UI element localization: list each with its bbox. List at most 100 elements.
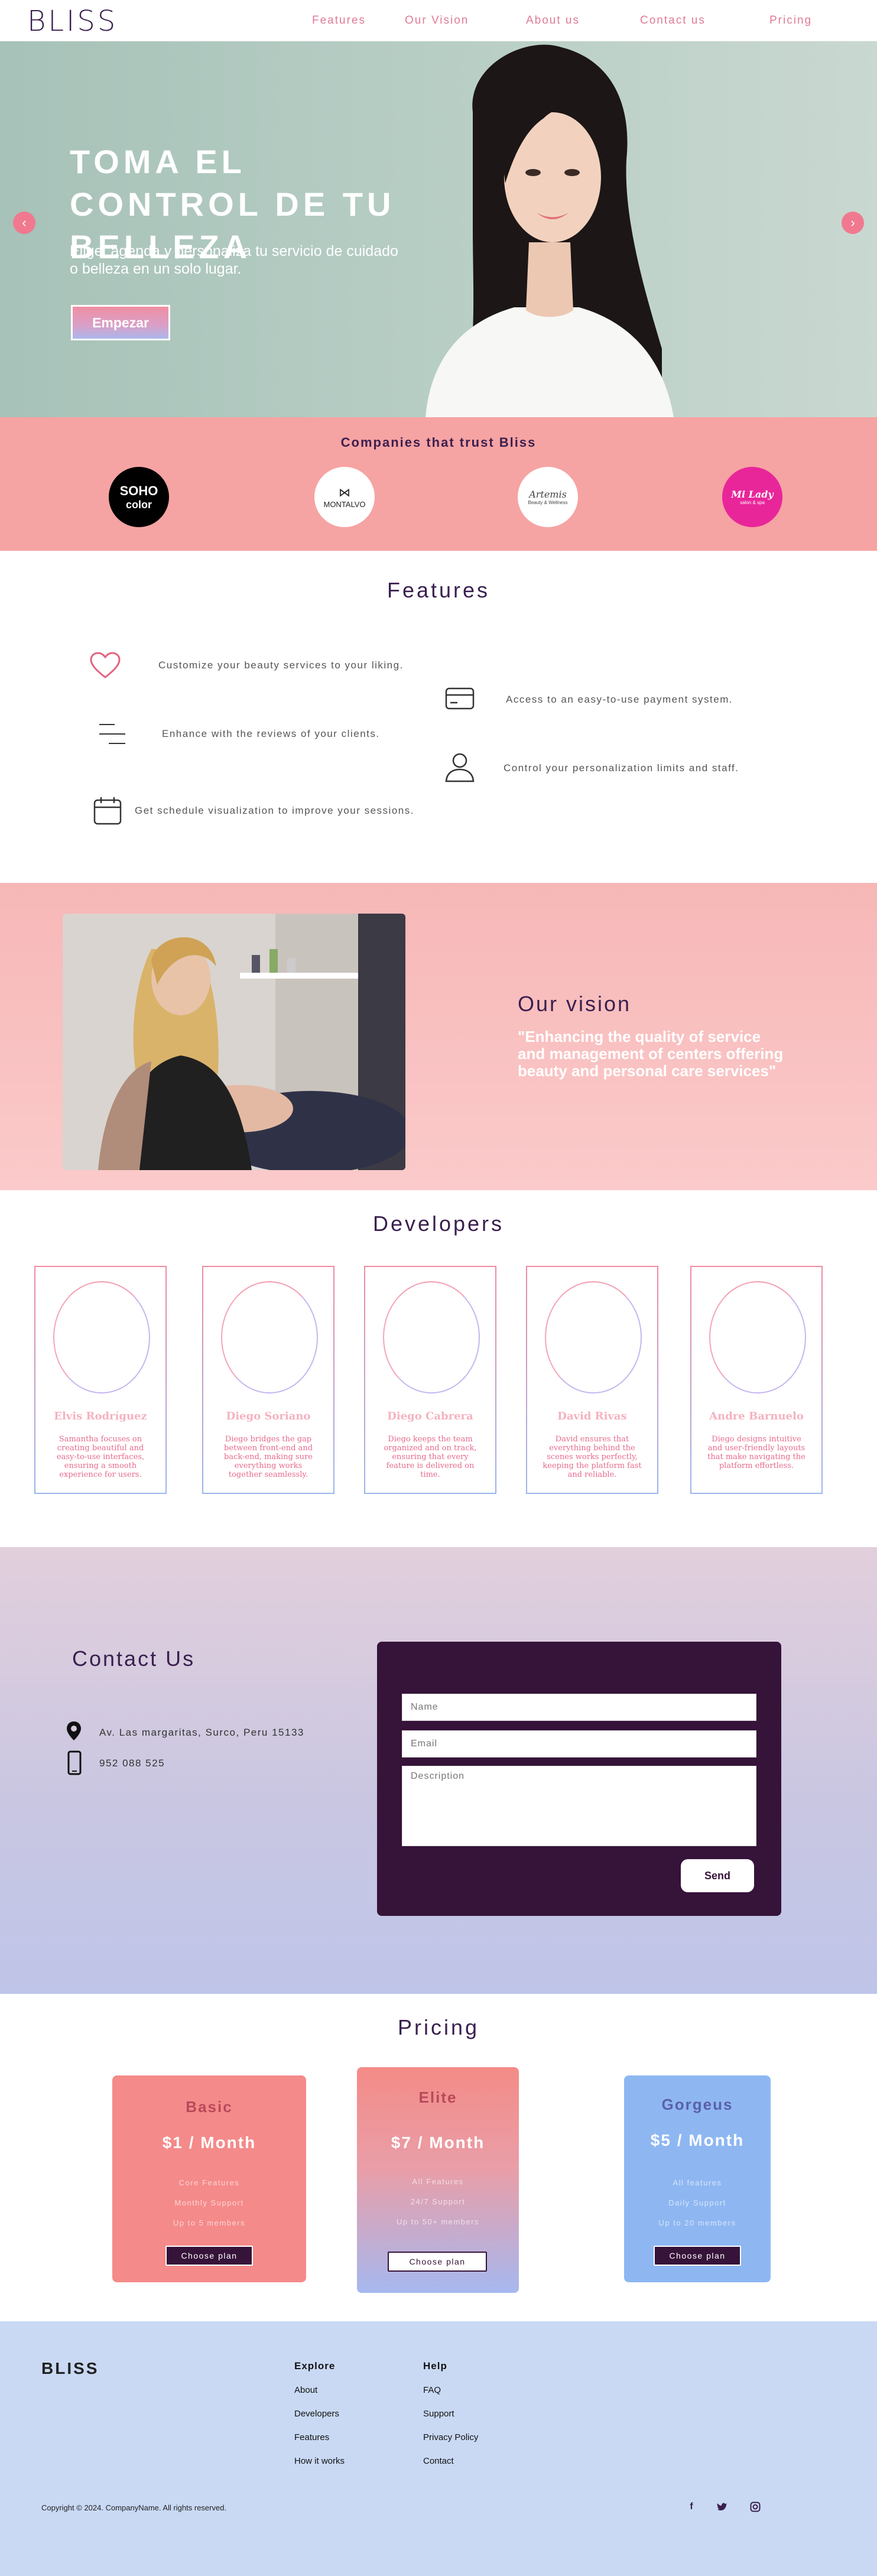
instagram-icon[interactable]: [748, 2500, 762, 2514]
footer-explore-title: Explore: [294, 2360, 336, 2372]
copyright-text: Copyright © 2024. CompanyName. All right…: [41, 2503, 227, 2512]
footer-link-faq[interactable]: FAQ: [423, 2385, 441, 2395]
calendar-icon: [93, 797, 122, 825]
name-field[interactable]: [402, 1694, 756, 1721]
company-logo-milady: Mi Lady salon & spa: [722, 467, 782, 527]
plan-feature: Up to 5 members: [173, 2218, 246, 2227]
footer: BLISS Explore About Developers Features …: [0, 2321, 877, 2576]
plan-name: Basic: [186, 2098, 233, 2116]
contact-form: Send: [377, 1642, 781, 1916]
location-pin-icon: [67, 1721, 81, 1740]
salon-photo: [63, 914, 405, 1170]
developer-name: David Rivas: [557, 1410, 627, 1422]
menu-lines-icon: [99, 724, 125, 744]
footer-link-about[interactable]: About: [294, 2385, 317, 2395]
developer-card: Diego Cabrera Diego keeps the team organ…: [364, 1266, 496, 1494]
developer-description: Diego bridges the gap between front-end …: [223, 1435, 313, 1479]
plan-name: Gorgeus: [661, 2096, 733, 2113]
facebook-icon[interactable]: f: [684, 2500, 699, 2514]
nav-link-contact-us[interactable]: Contact us: [640, 14, 706, 27]
feature-text-reviews: Enhance with the reviews of your clients…: [162, 728, 380, 739]
footer-logo[interactable]: BLISS: [41, 2359, 99, 2378]
twitter-icon[interactable]: [715, 2500, 729, 2514]
plan-price: $1 / Month: [162, 2133, 256, 2152]
description-field[interactable]: [402, 1766, 756, 1846]
company-logo-artemis: Artemis Beauty & Wellness: [518, 467, 578, 527]
developer-card: David Rivas David ensures that everythin…: [526, 1266, 658, 1494]
developer-avatar: [545, 1281, 642, 1393]
plan-card-basic: Basic $1 / Month Core Features Monthly S…: [112, 2075, 306, 2282]
footer-link-privacy-policy[interactable]: Privacy Policy: [423, 2432, 478, 2442]
plan-feature: Up to 50+ members: [396, 2217, 480, 2226]
plan-card-elite: Elite $7 / Month All Features 24/7 Suppo…: [357, 2067, 519, 2293]
choose-plan-button[interactable]: Choose plan: [388, 2252, 487, 2272]
chevron-left-icon: ‹: [22, 215, 27, 230]
user-icon: [445, 753, 475, 782]
features-title: Features: [386, 578, 491, 602]
nav-link-features[interactable]: Features: [312, 14, 366, 27]
feature-text-payment: Access to an easy-to-use payment system.: [506, 694, 733, 705]
developer-description: David ensures that everything behind the…: [543, 1435, 642, 1479]
companies-section: Companies that trust Bliss SOHO color ⋈ …: [0, 417, 877, 551]
choose-plan-button[interactable]: Choose plan: [654, 2246, 741, 2266]
company-logo-montalvo: ⋈ MONTALVO: [314, 467, 375, 527]
plan-feature: All features: [673, 2178, 722, 2187]
nav-link-about-us[interactable]: About us: [526, 14, 580, 27]
footer-link-features[interactable]: Features: [294, 2432, 329, 2442]
developer-description: Diego designs intuitive and user-friendl…: [707, 1435, 805, 1470]
contact-phone: 952 088 525: [99, 1758, 165, 1769]
email-field[interactable]: [402, 1730, 756, 1758]
plan-price: $5 / Month: [650, 2131, 745, 2149]
footer-help-title: Help: [423, 2360, 447, 2372]
nav-link-pricing[interactable]: Pricing: [769, 14, 812, 27]
plan-feature: Core Features: [178, 2178, 240, 2187]
plan-feature: Up to 20 members: [658, 2218, 736, 2227]
heart-icon: [90, 652, 121, 678]
chevron-right-icon: ›: [850, 215, 855, 230]
footer-link-developers[interactable]: Developers: [294, 2409, 339, 2419]
companies-title: Companies that trust Bliss: [340, 435, 537, 450]
vision-title: Our vision: [518, 992, 632, 1016]
carousel-next-button[interactable]: ›: [842, 212, 864, 234]
developer-description: Diego keeps the team organized and on tr…: [384, 1435, 477, 1479]
contact-address: Av. Las margaritas, Surco, Peru 15133: [99, 1727, 304, 1738]
hero-subtitle: Elige, agenda y personaliza tu servicio …: [70, 243, 398, 277]
feature-text-control: Control your personalization limits and …: [504, 762, 739, 774]
plan-feature: 24/7 Support: [410, 2197, 466, 2206]
hero-banner: TOMA EL CONTROL DE TU BELLEZA Elige, age…: [0, 41, 877, 417]
phone-icon: [67, 1750, 82, 1775]
developer-avatar: [383, 1281, 480, 1393]
developer-avatar: [53, 1281, 150, 1393]
nav-link-our-vision[interactable]: Our Vision: [405, 14, 469, 27]
developer-card: Andre Barnuelo Diego designs intuitive a…: [690, 1266, 823, 1494]
bowtie-icon: ⋈: [339, 486, 350, 499]
footer-link-support[interactable]: Support: [423, 2409, 454, 2419]
carousel-prev-button[interactable]: ‹: [13, 212, 35, 234]
footer-link-how-it-works[interactable]: How it works: [294, 2456, 345, 2466]
developer-card: Elvis Rodríguez Samantha focuses on crea…: [34, 1266, 167, 1494]
top-navbar: BLISS Features Our Vision About us Conta…: [0, 0, 877, 41]
vision-quote: "Enhancing the quality of service and ma…: [518, 1028, 784, 1080]
feature-text-schedule: Get schedule visualization to improve yo…: [135, 805, 414, 816]
developer-name: Andre Barnuelo: [709, 1410, 804, 1422]
plan-feature: Monthly Support: [174, 2198, 244, 2207]
developer-avatar: [221, 1281, 318, 1393]
plan-name: Elite: [418, 2088, 457, 2106]
plan-feature: All Features: [412, 2177, 464, 2186]
contact-section: Contact Us Av. Las margaritas, Surco, Pe…: [0, 1547, 877, 1994]
credit-card-icon: [445, 687, 475, 710]
company-logo-soho: SOHO color: [109, 467, 169, 527]
plan-feature: Daily Support: [668, 2198, 726, 2207]
developer-avatar: [709, 1281, 806, 1393]
developer-name: Elvis Rodríguez: [54, 1410, 147, 1422]
footer-link-contact[interactable]: Contact: [423, 2456, 454, 2466]
developer-name: Diego Soriano: [226, 1410, 311, 1422]
site-logo[interactable]: BLISS: [27, 5, 118, 38]
contact-title: Contact Us: [72, 1646, 196, 1671]
plan-card-gorgeus: Gorgeus $5 / Month All features Daily Su…: [624, 2075, 771, 2282]
choose-plan-button[interactable]: Choose plan: [165, 2246, 253, 2266]
developer-name: Diego Cabrera: [387, 1410, 473, 1422]
send-button[interactable]: Send: [681, 1859, 754, 1892]
start-button[interactable]: Empezar: [71, 305, 170, 340]
developers-title: Developers: [372, 1211, 505, 1236]
